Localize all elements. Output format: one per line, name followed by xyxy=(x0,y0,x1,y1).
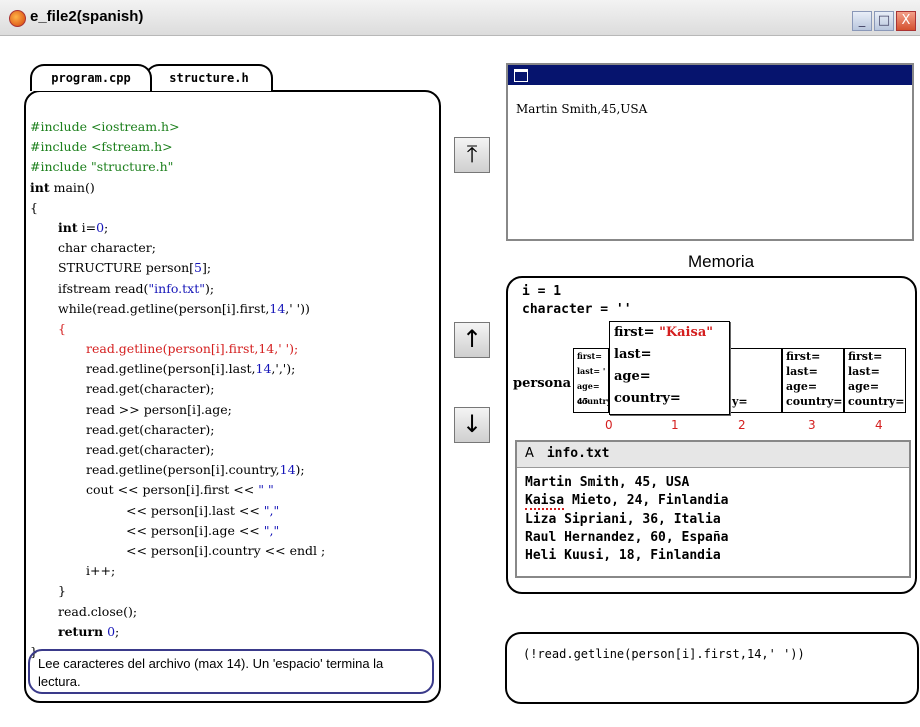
tab-structure-h[interactable]: structure.h xyxy=(145,64,273,91)
code-line: return 0; xyxy=(58,623,120,639)
code-line: << person[i].country << endl ; xyxy=(126,542,326,558)
close-button[interactable]: X xyxy=(896,11,916,31)
maximize-button[interactable]: □ xyxy=(874,11,894,31)
popup-first-row: first= "Kaisa" xyxy=(610,322,729,344)
cell-field: age= xyxy=(786,380,818,393)
cell-field: country xyxy=(577,396,612,406)
code-line: #include <fstream.h> xyxy=(30,139,173,155)
output-console: Martin Smith,45,USA xyxy=(506,63,914,241)
array-cell-3[interactable]: first= last= age= country= xyxy=(782,348,844,413)
cell-field: last= xyxy=(848,365,880,378)
code-line: int i=0; xyxy=(58,219,109,235)
code-line: read >> person[i].age; xyxy=(86,401,232,417)
code-line: read.getline(person[i].first,14,' '); xyxy=(86,341,299,357)
popup-first-label: first= xyxy=(614,325,655,340)
file-line: Liza Sipriani, 36, Italia xyxy=(525,511,721,527)
array-index-2: 2 xyxy=(738,418,746,432)
cell-field: first= xyxy=(848,350,883,363)
current-read-marker: Kaisa xyxy=(525,493,565,511)
file-content: Martin Smith, 45, USA Kaisa Mieto, 24, F… xyxy=(517,468,909,565)
file-window-info-txt: A info.txt Martin Smith, 45, USA Kaisa M… xyxy=(515,440,911,578)
code-line: cout << person[i].first << " " xyxy=(86,482,274,498)
code-line: i++; xyxy=(86,563,116,579)
file-line-rest: Mieto, 24, Finlandia xyxy=(564,493,729,509)
cell-field xyxy=(729,364,781,379)
explanation-box: Lee caracteres del archivo (max 14). Un … xyxy=(28,649,434,694)
console-window-icon xyxy=(514,69,528,82)
cell-field xyxy=(729,349,781,364)
code-line: ifstream read("info.txt"); xyxy=(58,280,215,296)
cell-field: country= xyxy=(848,395,905,408)
cell-field: last= xyxy=(786,365,818,378)
code-line: int main() xyxy=(30,179,95,195)
array-index-4: 4 xyxy=(875,418,883,432)
step-forward-button[interactable]: ↓ xyxy=(454,407,490,443)
minimize-button[interactable]: _ xyxy=(852,11,872,31)
array-index-0: 0 xyxy=(605,418,613,432)
title-bar: e_file2(spanish) _ □ X xyxy=(0,0,920,36)
code-line: read.close(); xyxy=(58,603,138,619)
cell-field: age= 45 xyxy=(577,381,600,406)
popup-country-label: country= xyxy=(614,391,681,406)
popup-first-value: "Kaisa" xyxy=(659,325,714,340)
jump-to-start-button[interactable]: ⤒ xyxy=(454,137,490,173)
code-line: while(read.getline(person[i].first,14,' … xyxy=(58,300,310,316)
step-back-button[interactable]: ↑ xyxy=(454,322,490,358)
code-line: read.getline(person[i].country,14); xyxy=(86,462,305,478)
console-title-bar xyxy=(508,65,912,85)
tab-program-cpp[interactable]: program.cpp xyxy=(30,64,152,91)
memory-heading: Memoria xyxy=(688,252,755,271)
code-line: << person[i].age << "," xyxy=(126,522,280,538)
condition-text: (!read.getline(person[i].first,14,' ')) xyxy=(523,647,805,661)
code-line: read.get(character); xyxy=(86,442,215,457)
code-line: read.get(character); xyxy=(86,421,215,437)
file-line: Martin Smith, 45, USA xyxy=(525,475,690,490)
file-line: Heli Kuusi, 18, Finlandia xyxy=(525,548,721,564)
cell-field: first= xyxy=(786,350,821,363)
code-line: { xyxy=(30,199,38,215)
cell-1-popup: first= "Kaisa" last= age= country= xyxy=(609,321,730,415)
code-line: #include "structure.h" xyxy=(30,159,174,175)
file-title-bar: A info.txt xyxy=(517,442,909,468)
code-line: read.getline(person[i].last,14,','); xyxy=(86,361,296,377)
cell-field xyxy=(729,379,781,394)
popup-last-label: last= xyxy=(614,347,652,362)
variable-i: i = 1 xyxy=(522,284,562,299)
variable-character: character = '' xyxy=(522,302,632,317)
file-line: Raul Hernandez, 60, España xyxy=(525,529,729,545)
file-line: Kaisa Mieto, 24, Finlandia xyxy=(525,492,909,511)
array-index-3: 3 xyxy=(808,418,816,432)
array-cell-0[interactable]: first= last= ' age= 45 country xyxy=(573,348,612,413)
console-output-text: Martin Smith,45,USA xyxy=(516,102,648,116)
code-line: } xyxy=(58,583,66,599)
text-file-icon: A xyxy=(525,446,534,461)
code-line: read.get(character); xyxy=(86,381,215,397)
condition-panel: (!read.getline(person[i].first,14,' ')) xyxy=(505,632,919,704)
cell-field: first= xyxy=(577,351,602,361)
array-name-persona: persona xyxy=(513,376,572,391)
code-line: { xyxy=(58,320,66,336)
file-name: info.txt xyxy=(546,446,610,461)
code-line: << person[i].last << "," xyxy=(126,502,280,518)
cell-field: country= xyxy=(786,395,843,408)
popup-age-label: age= xyxy=(614,369,651,384)
array-index-1: 1 xyxy=(671,418,679,432)
array-cell-2[interactable]: y= xyxy=(728,348,782,413)
window-title: e_file2(spanish) xyxy=(30,8,144,25)
code-line: char character; xyxy=(58,240,156,256)
code-line: STRUCTURE person[5]; xyxy=(58,260,212,276)
code-view: #include <iostream.h> #include <fstream.h… xyxy=(30,117,325,662)
code-line: #include <iostream.h> xyxy=(30,119,180,134)
app-icon xyxy=(9,10,26,27)
array-cell-4[interactable]: first= last= age= country= xyxy=(844,348,906,413)
cell-field: y= xyxy=(732,395,748,408)
cell-field: last= ' xyxy=(577,366,606,376)
cell-field: age= xyxy=(848,380,880,393)
